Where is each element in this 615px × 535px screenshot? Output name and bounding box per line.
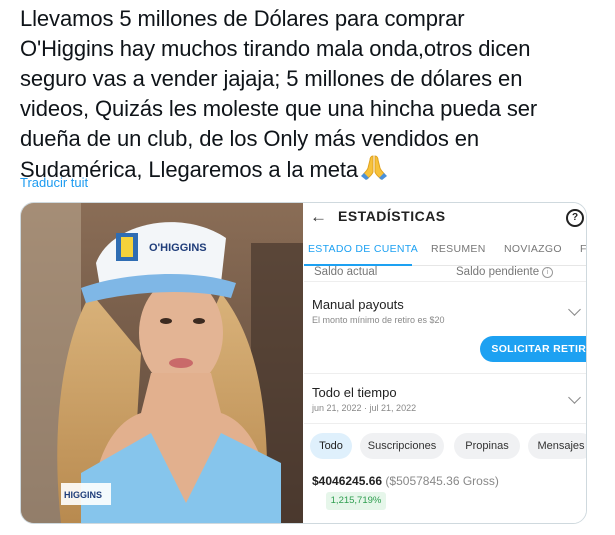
tweet-line-last: Sudamérica, Llegaremos a la meta bbox=[20, 154, 605, 185]
stats-header: ← ESTADÍSTICAS ? bbox=[304, 203, 586, 233]
saldo-pendiente-text: Saldo pendiente bbox=[456, 266, 540, 278]
net-amount: $4046245.66 bbox=[312, 474, 383, 488]
earnings-amount: $4046245.66 ($5057845.36 Gross) bbox=[312, 474, 499, 488]
growth-badge: 1,215,719% bbox=[326, 492, 386, 510]
saldo-pendiente-label: Saldo pendiente i bbox=[456, 266, 554, 278]
period-title[interactable]: Todo el tiempo bbox=[312, 385, 397, 400]
stats-screenshot: ← ESTADÍSTICAS ? ESTADO DE CUENTA RESUME… bbox=[304, 203, 586, 523]
woman-photo[interactable]: O'HIGGINS HIGGINS bbox=[21, 203, 303, 523]
chevron-down-icon[interactable] bbox=[568, 303, 581, 316]
solicitar-retiro-button[interactable]: SOLICITAR RETIRO bbox=[480, 336, 586, 362]
chip-todo[interactable]: Todo bbox=[310, 433, 352, 459]
chip-suscripciones[interactable]: Suscripciones bbox=[360, 433, 444, 459]
question-circle-icon[interactable]: ? bbox=[566, 209, 584, 227]
shirt-text: HIGGINS bbox=[64, 490, 102, 500]
tweet-line: Llevamos 5 millones de Dólares para comp… bbox=[20, 6, 465, 31]
tweet-line: videos, Quizás les moleste que una hinch… bbox=[20, 96, 538, 121]
tab-more[interactable]: F bbox=[580, 243, 586, 255]
chip-propinas[interactable]: Propinas bbox=[454, 433, 520, 459]
period-range: jun 21, 2022 · jul 21, 2022 bbox=[312, 403, 417, 413]
chevron-down-icon[interactable] bbox=[568, 391, 581, 404]
info-icon[interactable]: i bbox=[542, 267, 554, 278]
arrow-left-icon[interactable]: ← bbox=[310, 207, 327, 227]
saldo-actual-label: Saldo actual bbox=[314, 266, 378, 278]
payouts-subtitle: El monto mínimo de retiro es $20 bbox=[312, 315, 445, 325]
tweet-line: seguro vas a vender jajaja; 5 millones d… bbox=[20, 66, 523, 91]
tweet-line: O'Higgins hay muchos tirando mala onda,o… bbox=[20, 36, 531, 61]
chip-mensajes[interactable]: Mensajes bbox=[528, 433, 586, 459]
folded-hands-emoji bbox=[360, 155, 387, 180]
tweet-text: Llevamos 5 millones de Dólares para comp… bbox=[20, 4, 605, 185]
tab-resumen[interactable]: RESUMEN bbox=[431, 243, 486, 255]
translate-link[interactable]: Traducir tuit bbox=[20, 175, 88, 190]
divider bbox=[304, 423, 586, 424]
stats-title: ESTADÍSTICAS bbox=[338, 208, 446, 224]
media-container[interactable]: O'HIGGINS HIGGINS ← ESTADÍSTICAS ? ESTAD… bbox=[20, 202, 587, 524]
divider bbox=[304, 373, 586, 374]
stats-tabs: ESTADO DE CUENTA RESUMEN NOVIAZGO F bbox=[304, 233, 586, 266]
cap-text: O'HIGGINS bbox=[149, 242, 207, 254]
tab-estado-de-cuenta[interactable]: ESTADO DE CUENTA bbox=[308, 243, 418, 255]
tab-noviazgo[interactable]: NOVIAZGO bbox=[504, 243, 562, 255]
divider bbox=[304, 281, 586, 282]
tweet-line: dueña de un club, de los Only más vendid… bbox=[20, 126, 480, 151]
payouts-title[interactable]: Manual payouts bbox=[312, 297, 404, 312]
gross-amount: ($5057845.36 Gross) bbox=[385, 474, 499, 488]
